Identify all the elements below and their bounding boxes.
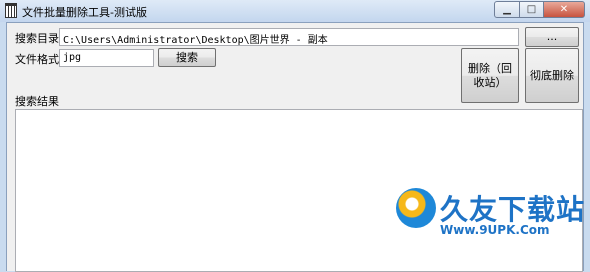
file-format-label: 文件格式 [15, 53, 59, 66]
watermark-logo-icon [396, 188, 436, 228]
browse-button[interactable]: ... [525, 27, 579, 47]
minimize-icon: ▁ [503, 4, 511, 15]
close-icon: ✕ [559, 4, 569, 15]
watermark-site-url: Www.9UPK.Com [440, 223, 550, 237]
close-button[interactable]: ✕ [543, 1, 585, 18]
maximize-icon: □ [526, 4, 537, 15]
search-button[interactable]: 搜索 [158, 48, 216, 67]
file-format-input[interactable]: jpg [59, 49, 154, 67]
search-directory-label: 搜索目录 [15, 32, 59, 45]
search-results-label: 搜索结果 [15, 95, 59, 108]
watermark-site-name: 久友下载站 [440, 193, 586, 226]
window-controls: ▁ □ ✕ [494, 1, 585, 19]
window-title: 文件批量删除工具-测试版 [22, 6, 147, 19]
minimize-button[interactable]: ▁ [494, 1, 520, 18]
trash-app-icon [5, 3, 17, 18]
title-bar: 文件批量删除工具-测试版 ▁ □ ✕ [0, 0, 590, 22]
search-directory-input[interactable]: C:\Users\Administrator\Desktop\图片世界 - 副本 [59, 28, 519, 46]
maximize-button[interactable]: □ [519, 1, 544, 18]
delete-to-recycle-bin-button[interactable]: 删除（回收站） [461, 48, 519, 103]
delete-permanently-button[interactable]: 彻底删除 [525, 48, 579, 103]
